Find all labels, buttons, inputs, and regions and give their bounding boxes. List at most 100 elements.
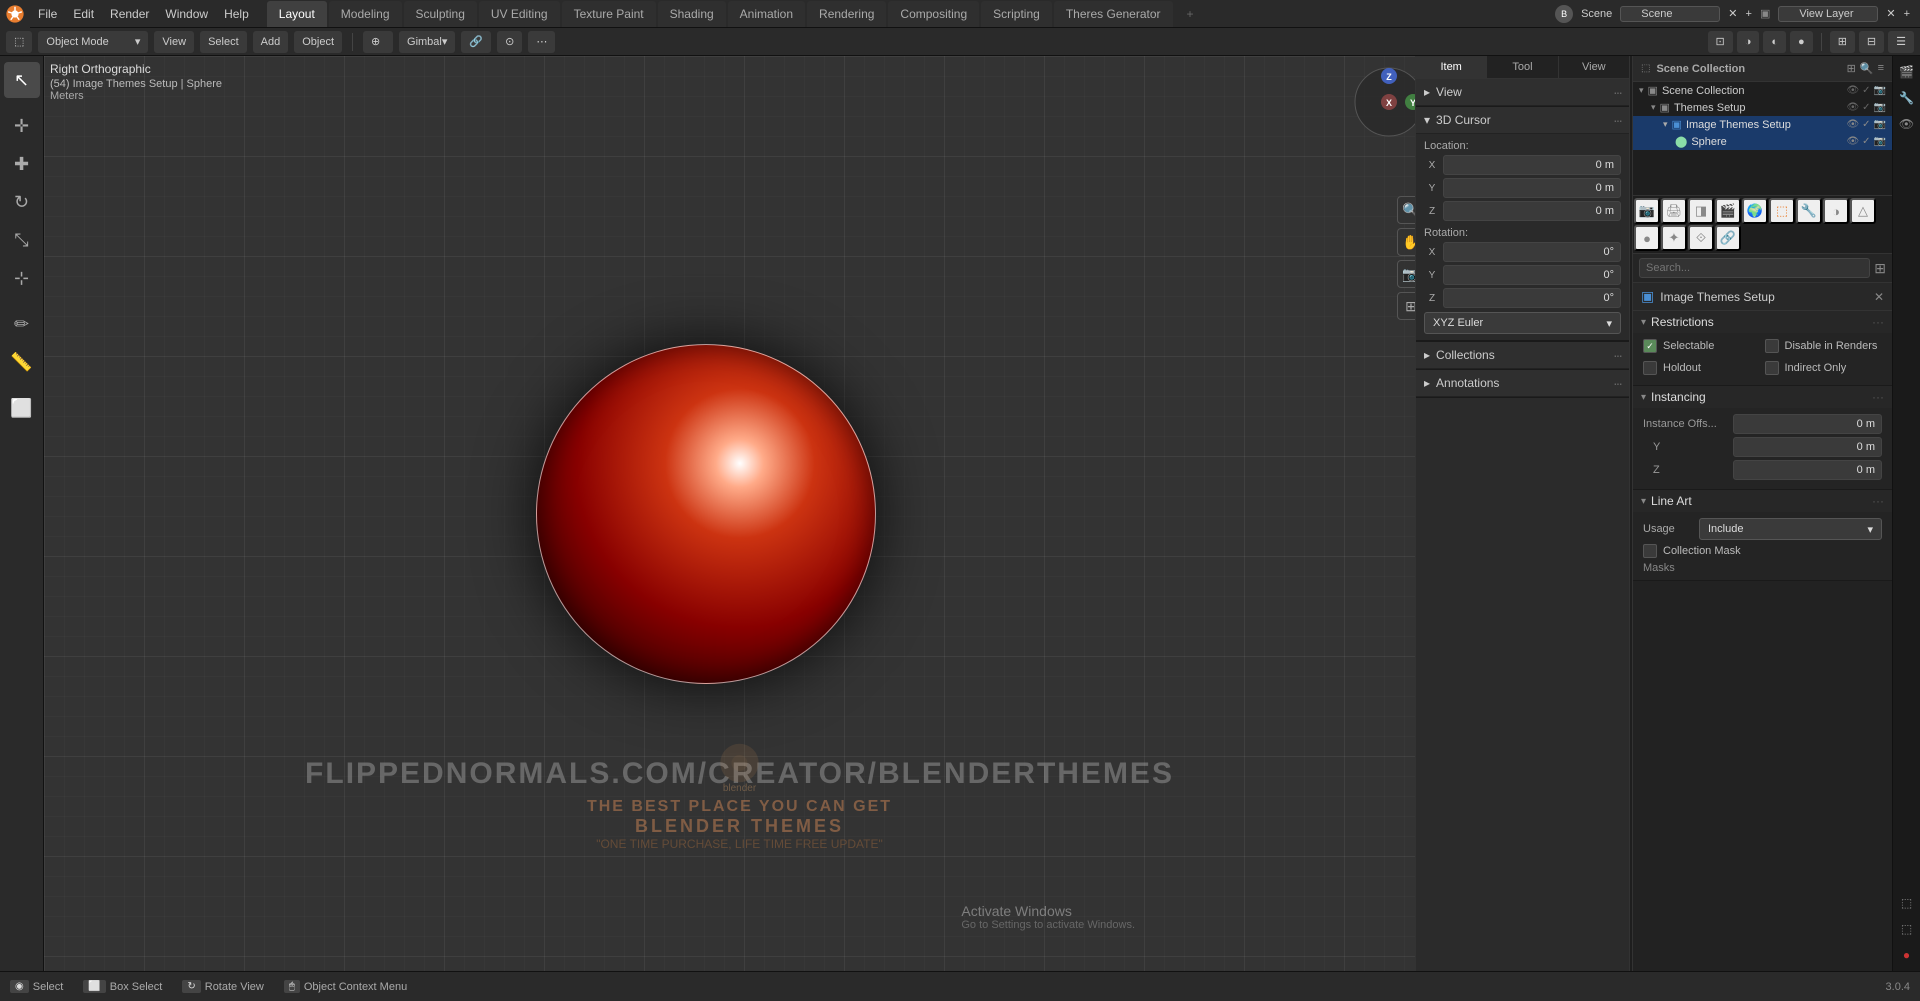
prop-object-btn[interactable]: ⬚ (1769, 198, 1795, 224)
ts-check-icon[interactable]: ✓ (1862, 102, 1870, 113)
viewport-shading-solid[interactable]: ◑ (1737, 31, 1760, 53)
tab-uv-editing[interactable]: UV Editing (479, 1, 560, 27)
object-mode-btn[interactable]: Object Mode ▾ (38, 31, 148, 53)
prop-constraint-btn[interactable]: 🔗 (1715, 225, 1741, 251)
disable-renders-cb[interactable] (1765, 339, 1779, 353)
scene-dropdown[interactable]: Scene (1620, 6, 1720, 22)
scene-add-icon[interactable]: + (1746, 8, 1752, 20)
outliner-options-icon[interactable]: ≡ (1878, 62, 1884, 75)
euler-dropdown[interactable]: XYZ Euler ▾ (1424, 312, 1621, 334)
prop-particles-btn[interactable]: ✦ (1661, 225, 1687, 251)
strip-bottom-2[interactable]: ⬚ (1895, 917, 1919, 941)
viewport-shading-material[interactable]: ◐ (1763, 31, 1786, 53)
proportional-edit-btn[interactable]: ⊙ (497, 31, 522, 53)
measure-tool-btn[interactable]: 📏 (4, 344, 40, 380)
viewlayer-add-icon[interactable]: + (1904, 8, 1910, 20)
menu-file[interactable]: File (30, 0, 65, 28)
its-vis-icon[interactable]: 👁 (1846, 119, 1859, 130)
props-search-input[interactable] (1639, 258, 1870, 278)
instance-z-field[interactable]: 0 m (1733, 460, 1882, 480)
viewport-shading-wire[interactable]: ⊡ (1708, 31, 1733, 53)
prop-modifier-btn[interactable]: 🔧 (1796, 198, 1822, 224)
tab-rendering[interactable]: Rendering (807, 1, 886, 27)
add-workspace-btn[interactable]: + (1175, 1, 1206, 27)
view-btn[interactable]: View (154, 31, 194, 53)
n-tab-view[interactable]: View (1559, 56, 1629, 78)
cursor-loc-x-field[interactable]: 0 m (1443, 155, 1621, 175)
n-tab-item[interactable]: Item (1416, 56, 1487, 78)
holdout-cb[interactable] (1643, 361, 1657, 375)
sphere-cam-icon[interactable]: 📷 (1874, 136, 1886, 147)
tab-compositing[interactable]: Compositing (888, 1, 979, 27)
transform-orientations-btn[interactable]: Gimbal ▾ (399, 31, 455, 53)
its-cam-icon[interactable]: 📷 (1874, 119, 1886, 130)
cursor-section-header[interactable]: ▾ 3D Cursor ··· (1416, 107, 1629, 134)
tab-texture-paint[interactable]: Texture Paint (562, 1, 656, 27)
ts-vis-icon[interactable]: 👁 (1846, 102, 1859, 113)
tab-scripting[interactable]: Scripting (981, 1, 1052, 27)
tab-shading[interactable]: Shading (658, 1, 726, 27)
prop-output-btn[interactable]: 🖨 (1661, 198, 1687, 224)
select-tool-btn[interactable]: ↖ (4, 62, 40, 98)
pivot-btn[interactable]: ⊕ (363, 31, 393, 53)
outliner-image-themes-setup[interactable]: ▾ ▣ Image Themes Setup 👁 ✓ 📷 (1633, 116, 1892, 133)
its-check-icon[interactable]: ✓ (1862, 119, 1870, 130)
sc-vis-icon[interactable]: 👁 (1846, 85, 1859, 96)
prop-data-btn[interactable]: △ (1850, 198, 1876, 224)
n-tab-tool[interactable]: Tool (1487, 56, 1558, 78)
annotations-section-header[interactable]: ▸ Annotations ··· (1416, 370, 1629, 397)
annotate-tool-btn[interactable]: ✏ (4, 306, 40, 342)
cursor-loc-z-field[interactable]: 0 m (1443, 201, 1621, 221)
tab-animation[interactable]: Animation (728, 1, 805, 27)
strip-bottom-3[interactable]: ● (1895, 943, 1919, 967)
sphere-check-icon[interactable]: ✓ (1862, 136, 1870, 147)
select-btn[interactable]: Select (200, 31, 247, 53)
transform-tool-btn[interactable]: ⊹ (4, 260, 40, 296)
cursor-rot-y-field[interactable]: 0° (1443, 265, 1621, 285)
tab-themes-generator[interactable]: Theres Generator (1054, 1, 1173, 27)
object-btn[interactable]: Object (294, 31, 342, 53)
prop-physics-btn[interactable]: ⟐ (1688, 225, 1714, 251)
prop-scene-btn[interactable]: 🎬 (1715, 198, 1741, 224)
sphere-vis-icon[interactable]: 👁 (1846, 136, 1859, 147)
add-btn[interactable]: Add (253, 31, 289, 53)
tab-sculpting[interactable]: Sculpting (404, 1, 477, 27)
prop-view-layer-btn[interactable]: ◨ (1688, 198, 1714, 224)
prop-render-btn[interactable]: 📷 (1634, 198, 1660, 224)
prop-shading-btn[interactable]: ◑ (1823, 198, 1849, 224)
view-section-header[interactable]: ▸ View ··· (1416, 79, 1629, 106)
outliner-scene-collection[interactable]: ▾ ▣ Scene Collection 👁 ✓ 📷 (1633, 82, 1892, 99)
instance-offs-field[interactable]: 0 m (1733, 414, 1882, 434)
toolbar-more-btn[interactable]: ⋯ (528, 31, 555, 53)
cursor-rot-x-field[interactable]: 0° (1443, 242, 1621, 262)
render-icon[interactable]: ▣ (1760, 7, 1770, 20)
cursor-loc-y-field[interactable]: 0 m (1443, 178, 1621, 198)
strip-tool-icon[interactable]: 🔧 (1895, 86, 1919, 110)
strip-view-icon[interactable]: 👁 (1895, 112, 1919, 136)
collection-mask-cb[interactable] (1643, 544, 1657, 558)
strip-scene-icon[interactable]: 🎬 (1895, 60, 1919, 84)
outliner-filter-icon[interactable]: ⊞ (1847, 62, 1856, 75)
xray-btn[interactable]: ☰ (1888, 31, 1914, 53)
editor-type-btn[interactable]: ⬚ (6, 31, 32, 53)
outliner-sphere[interactable]: ⬤ Sphere 👁 ✓ 📷 (1633, 133, 1892, 150)
move-tool-btn[interactable]: ✚ (4, 146, 40, 182)
menu-help[interactable]: Help (216, 0, 257, 28)
snap-btn[interactable]: 🔗 (461, 31, 491, 53)
obj-header-pin[interactable]: ✕ (1874, 290, 1884, 304)
indirect-only-cb[interactable] (1765, 361, 1779, 375)
menu-edit[interactable]: Edit (65, 0, 102, 28)
gizmo-btn[interactable]: ⊞ (1830, 31, 1855, 53)
restrictions-header[interactable]: ▾ Restrictions ··· (1633, 311, 1892, 333)
rotate-tool-btn[interactable]: ↻ (4, 184, 40, 220)
scale-tool-btn[interactable]: ⤡ (4, 222, 40, 258)
sc-cam-icon[interactable]: 📷 (1874, 85, 1886, 96)
outliner-themes-setup[interactable]: ▾ ▣ Themes Setup 👁 ✓ 📷 (1633, 99, 1892, 116)
sc-check-icon[interactable]: ✓ (1862, 85, 1870, 96)
scene-close-icon[interactable]: ✕ (1728, 7, 1737, 20)
tab-modeling[interactable]: Modeling (329, 1, 402, 27)
outliner-search-icon[interactable]: 🔍 (1860, 62, 1874, 75)
prop-material-btn[interactable]: ● (1634, 225, 1660, 251)
line-art-header[interactable]: ▾ Line Art ··· (1633, 490, 1892, 512)
instance-y-field[interactable]: 0 m (1733, 437, 1882, 457)
